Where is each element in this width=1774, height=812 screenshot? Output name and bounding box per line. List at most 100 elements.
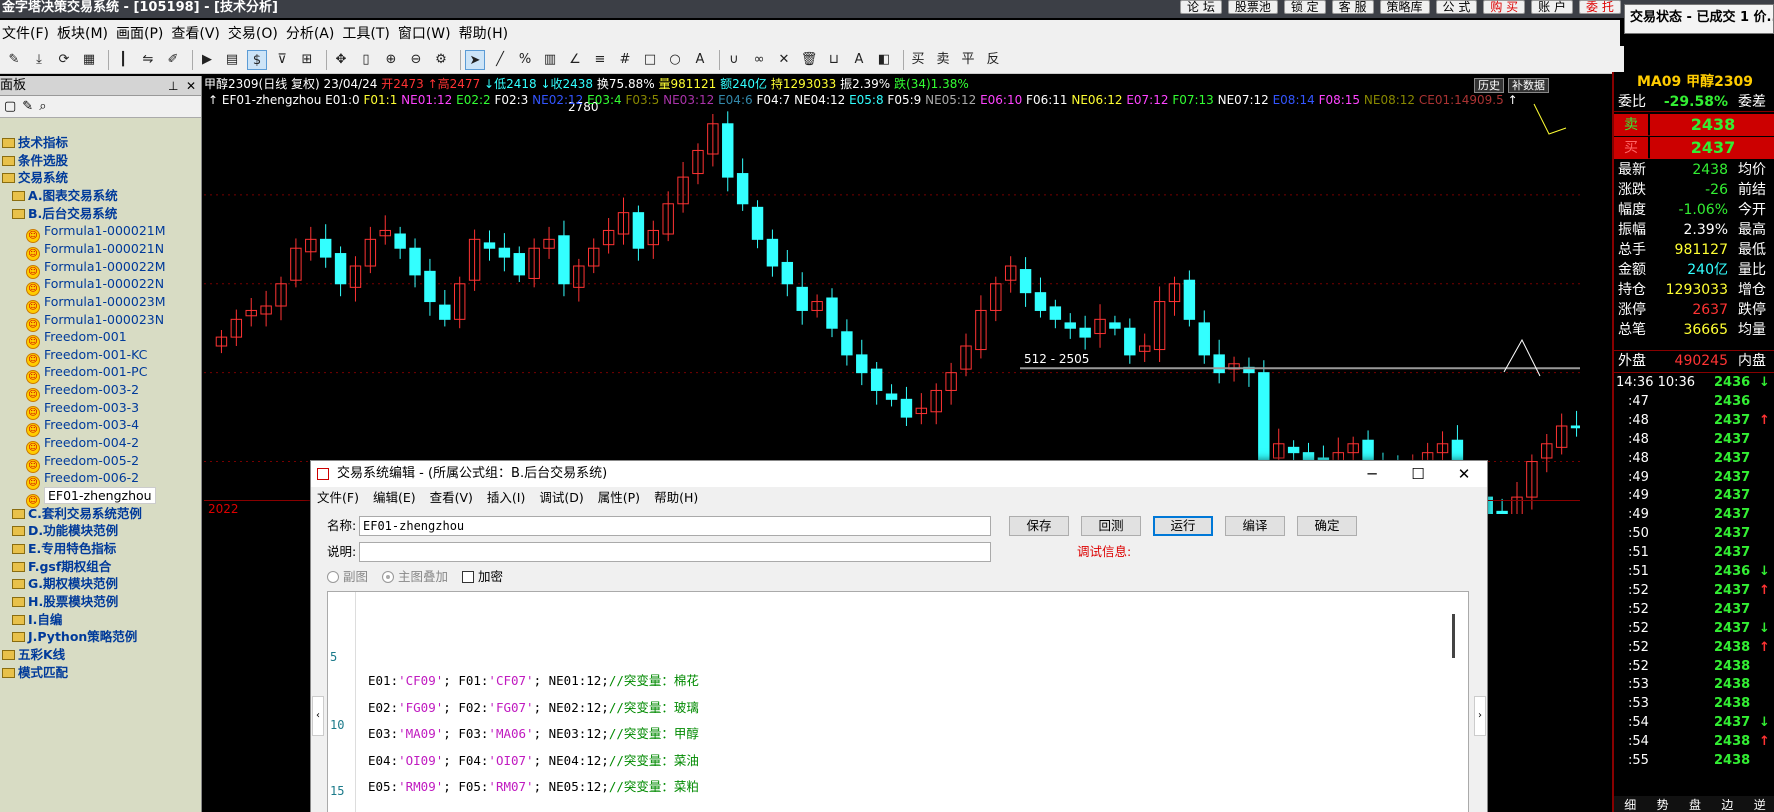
- menu-item[interactable]: 工具(T): [340, 23, 395, 43]
- tree-folder[interactable]: B.后台交易系统: [12, 204, 117, 223]
- close-icon[interactable]: ✕: [1441, 461, 1487, 487]
- bid-row[interactable]: 买 2437: [1614, 137, 1774, 159]
- tree-item[interactable]: ☺ Formula1-000022N: [26, 274, 164, 297]
- scroll-left-button[interactable]: ‹: [312, 696, 324, 736]
- tree-item[interactable]: ☺ Freedom-001: [26, 327, 127, 350]
- dialog-menu-item[interactable]: 调试(D): [539, 487, 583, 509]
- tree-folder[interactable]: E.专用特色指标: [12, 539, 116, 558]
- chart-canvas[interactable]: 27002600250024002780512 - 25052438: [204, 76, 1580, 514]
- dialog-menu-item[interactable]: 查看(V): [430, 487, 473, 509]
- close-position-icon[interactable]: 平: [958, 50, 978, 70]
- desc-input[interactable]: [359, 542, 991, 562]
- tree-item[interactable]: ☺ Freedom-001-KC: [26, 345, 147, 367]
- tree-item[interactable]: ☺ Freedom-001-PC: [26, 362, 147, 385]
- tree-folder[interactable]: 条件选股: [2, 151, 68, 170]
- backtest-button[interactable]: 回测: [1081, 516, 1141, 536]
- menu-item[interactable]: 查看(V): [169, 23, 226, 43]
- line-draw-icon[interactable]: ╱: [490, 50, 510, 70]
- encrypt-checkbox[interactable]: [461, 571, 474, 583]
- tree-item[interactable]: ☺ Freedom-005-2: [26, 451, 139, 473]
- lock-icon[interactable]: ⊔: [824, 50, 844, 70]
- settings-icon[interactable]: ⚙: [431, 50, 451, 70]
- compile-button[interactable]: 编译: [1225, 516, 1285, 536]
- tree-item[interactable]: ☺ EF01-zhengzhou: [26, 486, 156, 508]
- save-button[interactable]: 保存: [1009, 516, 1069, 536]
- angle-icon[interactable]: ∠: [565, 50, 585, 70]
- menu-item[interactable]: 窗口(W): [396, 23, 457, 43]
- move-icon[interactable]: ✥: [331, 50, 351, 70]
- tree-folder[interactable]: G.期权模块范例: [12, 574, 118, 593]
- link-icon[interactable]: ∞: [749, 50, 769, 70]
- tree-folder[interactable]: I.自编: [12, 610, 62, 629]
- tree-item[interactable]: ☺ Freedom-003-2: [26, 380, 139, 403]
- scroll-right-button[interactable]: ›: [1474, 696, 1486, 736]
- dialog-menu-item[interactable]: 属性(P): [598, 487, 640, 509]
- zoom-out-icon[interactable]: ⊖: [406, 50, 426, 70]
- menu-item[interactable]: 帮助(H): [457, 23, 514, 43]
- close-icon[interactable]: ✕: [186, 76, 196, 96]
- play-icon[interactable]: ▶: [197, 50, 217, 70]
- quote-tab[interactable]: 势: [1657, 796, 1669, 812]
- top-button[interactable]: 股票池: [1227, 0, 1278, 14]
- top-button[interactable]: 论 坛: [1180, 0, 1222, 14]
- text-icon[interactable]: A: [690, 50, 710, 70]
- new-icon[interactable]: ▢: [4, 99, 22, 114]
- tree-item[interactable]: ☺ Formula1-000022M: [26, 257, 166, 279]
- filter-icon[interactable]: ⊽: [272, 50, 292, 70]
- kline-chart[interactable]: 27002600250024002780512 - 25052438 甲醇230…: [204, 76, 1580, 514]
- edit-icon[interactable]: ✎: [22, 99, 39, 114]
- tree-item[interactable]: ☺ Formula1-000021N: [26, 239, 164, 261]
- tree-folder[interactable]: J.Python策略范例: [12, 627, 137, 646]
- candlestick-icon[interactable]: ┃: [113, 50, 133, 70]
- run-button[interactable]: 运行: [1153, 516, 1213, 536]
- top-button[interactable]: 账 户: [1531, 0, 1573, 14]
- top-button[interactable]: 客 服: [1331, 0, 1374, 14]
- sub-chart-radio[interactable]: [327, 571, 339, 583]
- download-icon[interactable]: ⤓: [29, 50, 49, 70]
- tree-folder[interactable]: 五彩K线: [2, 645, 65, 664]
- trash-icon[interactable]: 🗑: [799, 50, 819, 70]
- pin-icon[interactable]: ⊥: [168, 76, 178, 96]
- column-icon[interactable]: ▯: [356, 50, 376, 70]
- edit-formula-icon[interactable]: ✐: [163, 50, 183, 70]
- quote-tab[interactable]: 细: [1624, 796, 1636, 812]
- formula-icon[interactable]: ⊞: [297, 50, 317, 70]
- tree-folder[interactable]: 交易系统: [2, 168, 68, 187]
- grid-icon[interactable]: ▦: [79, 50, 99, 70]
- menu-item[interactable]: 板块(M): [55, 23, 114, 43]
- percent-icon[interactable]: %: [515, 50, 535, 70]
- top-button[interactable]: 锁 定: [1283, 0, 1326, 14]
- name-input[interactable]: EF01-zhengzhou: [359, 516, 991, 536]
- tree-folder[interactable]: H.股票模块范例: [12, 592, 118, 611]
- pen-icon[interactable]: ✎: [4, 50, 24, 70]
- dialog-menu-item[interactable]: 帮助(H): [654, 487, 698, 509]
- top-button[interactable]: 委 托: [1579, 0, 1621, 14]
- quote-tab[interactable]: 盘: [1689, 796, 1701, 812]
- menu-item[interactable]: 分析(A): [284, 23, 341, 43]
- top-button[interactable]: 购 买: [1483, 0, 1526, 14]
- circle-icon[interactable]: ○: [665, 50, 685, 70]
- menu-item[interactable]: 文件(F): [0, 23, 55, 43]
- quote-tab[interactable]: 逆: [1754, 796, 1766, 812]
- chart-tag[interactable]: 历史: [1474, 78, 1504, 93]
- tree-item[interactable]: ☺ Formula1-000021M: [26, 221, 166, 244]
- chart-tag[interactable]: 补数据: [1508, 78, 1549, 93]
- maximize-icon[interactable]: ☐: [1395, 461, 1441, 487]
- font-color-icon[interactable]: A: [849, 50, 869, 70]
- search-icon[interactable]: ⌕: [39, 99, 52, 114]
- top-button[interactable]: 策略库: [1379, 0, 1430, 14]
- tree-folder[interactable]: 模式匹配: [2, 663, 68, 682]
- ok-button[interactable]: 确定: [1297, 516, 1357, 536]
- rectangle-icon[interactable]: □: [640, 50, 660, 70]
- fill-icon[interactable]: ◧: [874, 50, 894, 70]
- sell-icon[interactable]: 卖: [933, 50, 953, 70]
- tree-item[interactable]: ☺ Freedom-003-4: [26, 415, 139, 438]
- top-button[interactable]: 公 式: [1435, 0, 1478, 14]
- channel-icon[interactable]: ≡: [590, 50, 610, 70]
- tick-list[interactable]: 14:36 10:36 2436 ↓:47 2436:48 2437 ↑:48 2437:4…: [1614, 372, 1774, 768]
- menu-item[interactable]: 交易(O): [226, 23, 284, 43]
- tree-folder[interactable]: 技术指标: [2, 133, 68, 152]
- refresh-icon[interactable]: ⟳: [54, 50, 74, 70]
- buy-icon[interactable]: 买: [908, 50, 928, 70]
- code-editor[interactable]: 5 10 15 E01:'CF09'; F01:'CF07'; NE01:12;//…: [327, 591, 1469, 812]
